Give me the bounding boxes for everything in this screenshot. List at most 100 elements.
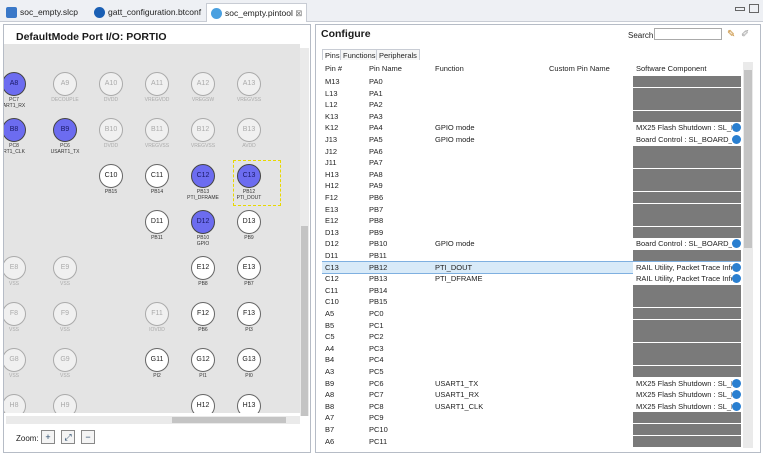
pin-e13[interactable]: E13 xyxy=(237,256,261,280)
pin-h9[interactable]: H9 xyxy=(53,394,77,413)
table-row[interactable]: K12 PA4 GPIO mode MX25 Flash Shutdown : SL_… xyxy=(322,122,741,134)
software-component-cell[interactable] xyxy=(633,284,741,296)
col-header-custom-pin-name[interactable]: Custom Pin Name xyxy=(549,64,610,74)
table-row[interactable]: C10 PB15 xyxy=(322,296,741,308)
pin-a10[interactable]: A10 xyxy=(99,72,123,96)
pin-d11[interactable]: D11 xyxy=(145,210,169,234)
table-vscroll[interactable] xyxy=(743,62,753,448)
pin-c11[interactable]: C11 xyxy=(145,164,169,188)
software-component-cell[interactable] xyxy=(633,331,741,343)
component-link-icon[interactable] xyxy=(732,135,741,144)
table-row[interactable]: A6 PC11 xyxy=(322,435,741,447)
pin-g8[interactable]: G8 xyxy=(4,348,26,372)
table-row[interactable]: H13 PA8 xyxy=(322,168,741,180)
software-component-cell[interactable] xyxy=(633,76,741,87)
zoom-fit-icon[interactable]: ⤢ xyxy=(61,430,75,444)
software-component-cell[interactable] xyxy=(633,366,741,377)
search-input[interactable] xyxy=(654,28,722,40)
table-row[interactable]: J11 PA7 xyxy=(322,157,741,169)
pin-b11[interactable]: B11 xyxy=(145,118,169,142)
pin-d13[interactable]: D13 xyxy=(237,210,261,234)
pin-g11[interactable]: G11 xyxy=(145,348,169,372)
tab-gatt-configuration[interactable]: gatt_configuration.btconf xyxy=(94,4,201,21)
software-component-cell[interactable]: MX25 Flash Shutdown : SL_M xyxy=(633,122,741,134)
table-row[interactable]: L12 PA2 xyxy=(322,99,741,111)
pin-b13[interactable]: B13 xyxy=(237,118,261,142)
software-component-cell[interactable] xyxy=(633,342,741,354)
table-row[interactable]: B9 PC6 USART1_TX MX25 Flash Shutdown : SL_M xyxy=(322,377,741,389)
pin-g12[interactable]: G12 xyxy=(191,348,215,372)
software-component-cell[interactable] xyxy=(633,87,741,99)
subtab-functions[interactable]: Functions xyxy=(340,49,379,60)
col-header-pin[interactable]: Pin # xyxy=(325,64,342,74)
software-component-cell[interactable] xyxy=(633,110,741,122)
pin-grid-vscroll[interactable] xyxy=(300,48,309,416)
component-link-icon[interactable] xyxy=(732,123,741,133)
pin-a13[interactable]: A13 xyxy=(237,72,261,96)
software-component-cell[interactable] xyxy=(633,319,741,331)
component-link-icon[interactable] xyxy=(732,390,741,400)
hscroll-thumb[interactable] xyxy=(172,417,286,423)
pin-h8[interactable]: H8 xyxy=(4,394,26,413)
pin-c12[interactable]: C12 xyxy=(191,164,215,188)
software-component-cell[interactable] xyxy=(633,250,741,261)
software-component-cell[interactable] xyxy=(633,435,741,447)
col-header-function[interactable]: Function xyxy=(435,64,464,74)
software-component-cell[interactable] xyxy=(633,145,741,157)
pin-h12[interactable]: H12 xyxy=(191,394,215,413)
software-component-cell[interactable] xyxy=(633,308,741,319)
zoom-out-icon[interactable]: − xyxy=(81,430,95,444)
pin-f12[interactable]: F12 xyxy=(191,302,215,326)
pin-f13[interactable]: F13 xyxy=(237,302,261,326)
software-component-cell[interactable] xyxy=(633,412,741,424)
table-row[interactable]: C13 PB12 PTI_DOUT RAIL Utility, Packet Trac… xyxy=(322,260,741,274)
component-link-icon[interactable] xyxy=(732,239,741,249)
pin-b10[interactable]: B10 xyxy=(99,118,123,142)
component-link-icon[interactable] xyxy=(732,378,741,388)
pin-a8[interactable]: A8 xyxy=(4,72,26,96)
table-row[interactable]: H12 PA9 xyxy=(322,180,741,192)
software-component-cell[interactable]: MX25 Flash Shutdown : SL_M xyxy=(633,377,741,389)
software-component-cell[interactable] xyxy=(633,296,741,308)
pin-f9[interactable]: F9 xyxy=(53,302,77,326)
pin-d12[interactable]: D12 xyxy=(191,210,215,234)
table-row[interactable]: C5 PC2 xyxy=(322,331,741,343)
table-row[interactable]: B7 PC10 xyxy=(322,424,741,435)
col-header-software-component[interactable]: Software Component xyxy=(636,64,706,74)
table-row[interactable]: A7 PC9 xyxy=(322,412,741,424)
tab-soc-empty-pintool[interactable]: soc_empty.pintool ⊠ xyxy=(206,3,308,22)
table-row[interactable]: E13 PB7 xyxy=(322,203,741,215)
software-component-cell[interactable] xyxy=(633,354,741,366)
pin-b12[interactable]: B12 xyxy=(191,118,215,142)
table-row[interactable]: B4 PC4 xyxy=(322,354,741,366)
software-component-cell[interactable]: RAIL Utility, Packet Trace Info xyxy=(633,261,741,273)
pin-h13[interactable]: H13 xyxy=(237,394,261,413)
zoom-in-icon[interactable]: + xyxy=(41,430,55,444)
pin-a12[interactable]: A12 xyxy=(191,72,215,96)
software-component-cell[interactable]: MX25 Flash Shutdown : SL_M xyxy=(633,389,741,401)
software-component-cell[interactable]: MX25 Flash Shutdown : SL_M xyxy=(633,400,741,412)
vscroll-thumb[interactable] xyxy=(301,226,308,416)
component-link-icon[interactable] xyxy=(732,262,741,272)
table-row[interactable]: B8 PC8 USART1_CLK MX25 Flash Shutdown : SL_… xyxy=(322,400,741,412)
col-header-pin-name[interactable]: Pin Name xyxy=(369,64,402,74)
table-row[interactable]: E12 PB8 xyxy=(322,215,741,227)
software-component-cell[interactable] xyxy=(633,99,741,111)
pin-f11[interactable]: F11 xyxy=(145,302,169,326)
software-component-cell[interactable] xyxy=(633,424,741,435)
software-component-cell[interactable] xyxy=(633,215,741,227)
table-row[interactable]: M13 PA0 xyxy=(322,76,741,87)
software-component-cell[interactable] xyxy=(633,192,741,203)
pin-c10[interactable]: C10 xyxy=(99,164,123,188)
software-component-cell[interactable] xyxy=(633,157,741,169)
pin-f8[interactable]: F8 xyxy=(4,302,26,326)
table-row[interactable]: J12 PA6 xyxy=(322,145,741,157)
clear-filter-icon[interactable]: ✐ xyxy=(741,29,749,40)
pin-grid-hscroll[interactable] xyxy=(6,416,300,424)
table-row[interactable]: D12 PB10 GPIO mode Board Control : SL_BOARD… xyxy=(322,238,741,250)
software-component-cell[interactable] xyxy=(633,203,741,215)
pin-e9[interactable]: E9 xyxy=(53,256,77,280)
pin-e8[interactable]: E8 xyxy=(4,256,26,280)
close-tab-icon[interactable]: ⊠ xyxy=(295,8,302,18)
pin-g9[interactable]: G9 xyxy=(53,348,77,372)
